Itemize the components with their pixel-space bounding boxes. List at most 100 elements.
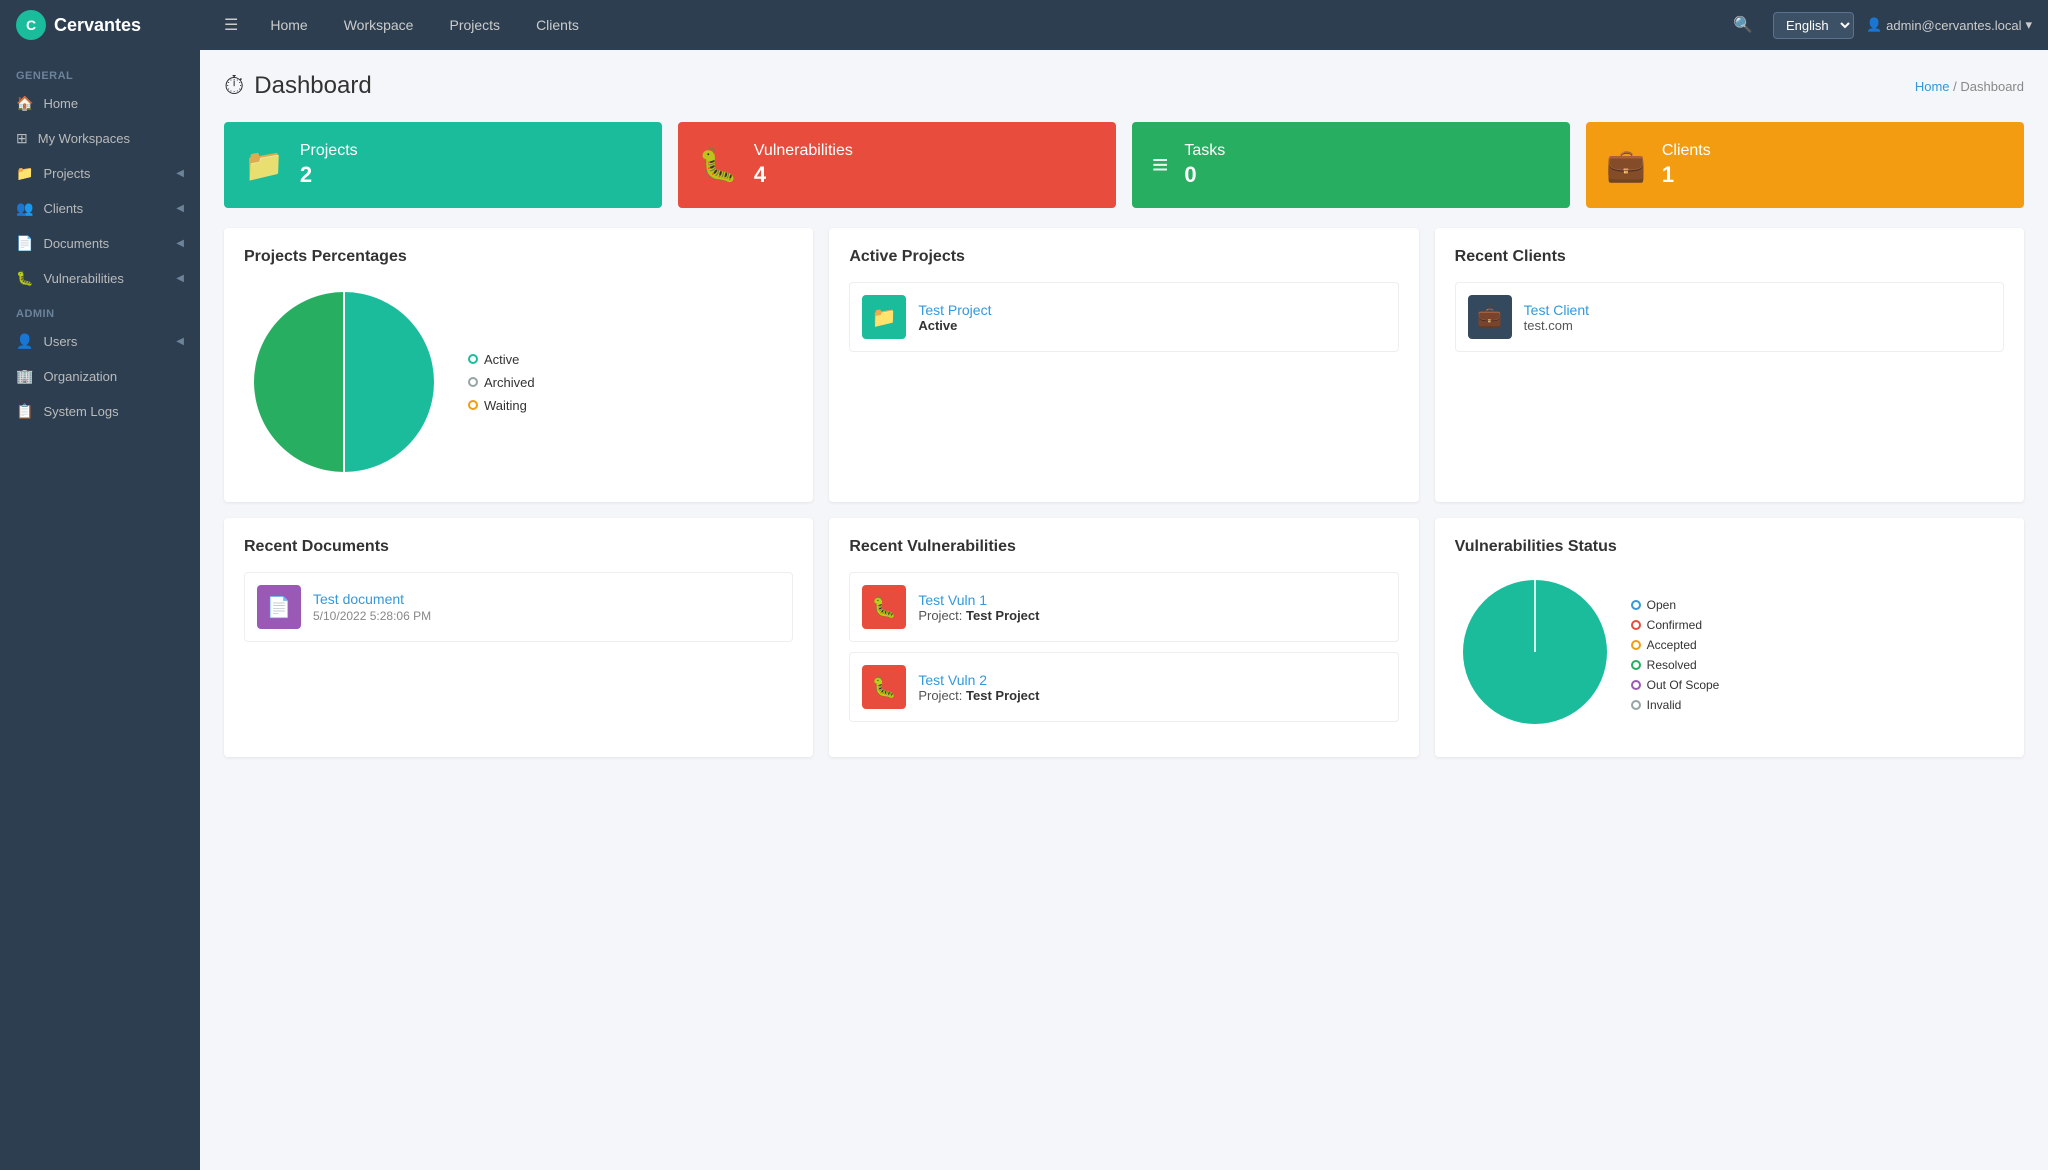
sidebar-item-label: My Workspaces [38,131,130,146]
list-item: 🐛 Test Vuln 2 Project: Test Project [849,652,1398,722]
stat-card-projects[interactable]: 📁 Projects 2 [224,122,662,208]
list-item: 📄 Test document 5/10/2022 5:28:06 PM [244,572,793,642]
sidebar-item-workspaces[interactable]: ⊞ My Workspaces [0,121,200,156]
logs-icon: 📋 [16,403,33,420]
projects-stat-label: Projects [300,142,358,160]
page-title: Dashboard [254,72,371,100]
document-name[interactable]: Test document [313,591,431,607]
dashboard-row2: Recent Documents 📄 Test document 5/10/20… [224,518,2024,757]
stats-row: 📁 Projects 2 🐛 Vulnerabilities 4 ≡ Tasks… [224,122,2024,208]
page-header: ⏱ Dashboard Home / Dashboard [224,70,2024,102]
nav-workspace[interactable]: Workspace [328,3,430,47]
invalid-dot [1631,700,1641,710]
nav-home[interactable]: Home [254,3,323,47]
active-dot [468,354,478,364]
dashboard-grid: Projects Percentages [224,228,2024,502]
archived-label: Archived [484,375,535,390]
app-body: GENERAL 🏠 Home ⊞ My Workspaces 📁 Project… [0,50,2048,1170]
page-title-area: ⏱ Dashboard [224,70,372,102]
client-icon: 💼 [1468,295,1512,339]
app-name: Cervantes [54,15,141,36]
active-label: Active [484,352,519,367]
vuln-icon: 🐛 [862,585,906,629]
chevron-icon: ◀ [176,168,184,179]
projects-percentages-title: Projects Percentages [244,248,793,266]
breadcrumb: Home / Dashboard [1915,79,2024,94]
sidebar: GENERAL 🏠 Home ⊞ My Workspaces 📁 Project… [0,50,200,1170]
home-icon: 🏠 [16,95,33,112]
breadcrumb-home[interactable]: Home [1915,79,1950,94]
pie-chart [244,282,444,482]
legend-confirmed: Confirmed [1631,618,1720,632]
out-of-scope-label: Out Of Scope [1647,678,1720,692]
app-logo: C [16,10,46,40]
sidebar-item-projects[interactable]: 📁 Projects ◀ [0,156,200,191]
recent-documents-title: Recent Documents [244,538,793,556]
topnav: C Cervantes ☰ Home Workspace Projects Cl… [0,0,2048,50]
legend-invalid: Invalid [1631,698,1720,712]
legend-archived: Archived [468,375,535,390]
client-name[interactable]: Test Client [1524,302,1589,318]
vuln-project: Project: Test Project [918,608,1039,623]
recent-clients-panel: Recent Clients 💼 Test Client test.com [1435,228,2024,502]
clients-icon: 👥 [16,200,33,217]
waiting-label: Waiting [484,398,527,413]
sidebar-item-vulnerabilities[interactable]: 🐛 Vulnerabilities ◀ [0,261,200,296]
archived-dot [468,377,478,387]
confirmed-dot [1631,620,1641,630]
main-content: ⏱ Dashboard Home / Dashboard 📁 Projects … [200,50,2048,1170]
sidebar-item-users[interactable]: 👤 Users ◀ [0,324,200,359]
clients-stat-icon: 💼 [1606,146,1646,184]
list-item: 🐛 Test Vuln 1 Project: Test Project [849,572,1398,642]
recent-vulnerabilities-panel: Recent Vulnerabilities 🐛 Test Vuln 1 Pro… [829,518,1418,757]
sidebar-item-system-logs[interactable]: 📋 System Logs [0,394,200,429]
sidebar-item-clients[interactable]: 👥 Clients ◀ [0,191,200,226]
recent-documents-panel: Recent Documents 📄 Test document 5/10/20… [224,518,813,757]
list-item: 📁 Test Project Active [849,282,1398,352]
search-icon[interactable]: 🔍 [1725,11,1761,39]
stat-card-vulnerabilities[interactable]: 🐛 Vulnerabilities 4 [678,122,1116,208]
user-dropdown-icon: ▾ [2025,17,2032,33]
waiting-dot [468,400,478,410]
tasks-stat-value: 0 [1184,162,1225,188]
tasks-stat-icon: ≡ [1152,149,1168,181]
chevron-icon: ◀ [176,238,184,249]
hamburger-menu[interactable]: ☰ [216,11,246,39]
chevron-icon: ◀ [176,273,184,284]
resolved-label: Resolved [1647,658,1697,672]
recent-vulnerabilities-title: Recent Vulnerabilities [849,538,1398,556]
sidebar-item-label: Projects [43,166,90,181]
clients-stat-value: 1 [1662,162,1711,188]
language-select[interactable]: English [1773,12,1854,39]
list-item: 💼 Test Client test.com [1455,282,2004,352]
sidebar-item-label: Clients [43,201,83,216]
legend-waiting: Waiting [468,398,535,413]
vulnerabilities-stat-label: Vulnerabilities [754,142,853,160]
project-name[interactable]: Test Project [918,302,991,318]
sidebar-item-label: Home [43,96,78,111]
nav-clients[interactable]: Clients [520,3,595,47]
sidebar-item-label: Users [43,334,77,349]
vulnerabilities-stat-value: 4 [754,162,853,188]
vuln-chart-area: Open Confirmed Accepted Resolved [1455,572,2004,737]
active-projects-title: Active Projects [849,248,1398,266]
document-date: 5/10/2022 5:28:06 PM [313,609,431,623]
chevron-icon: ◀ [176,336,184,347]
vuln-icon: 🐛 [862,665,906,709]
vuln-name[interactable]: Test Vuln 2 [918,672,1039,688]
accepted-label: Accepted [1647,638,1697,652]
sidebar-item-organization[interactable]: 🏢 Organization [0,359,200,394]
sidebar-item-label: Documents [43,236,109,251]
vulnerabilities-status-title: Vulnerabilities Status [1455,538,2004,556]
vuln-name[interactable]: Test Vuln 1 [918,592,1039,608]
legend-out-of-scope: Out Of Scope [1631,678,1720,692]
sidebar-item-documents[interactable]: 📄 Documents ◀ [0,226,200,261]
stat-card-clients[interactable]: 💼 Clients 1 [1586,122,2024,208]
sidebar-admin-label: ADMIN [0,296,200,324]
chevron-icon: ◀ [176,203,184,214]
stat-card-tasks[interactable]: ≡ Tasks 0 [1132,122,1570,208]
user-menu[interactable]: 👤 admin@cervantes.local ▾ [1866,17,2032,33]
nav-projects[interactable]: Projects [433,3,516,47]
sidebar-item-home[interactable]: 🏠 Home [0,86,200,121]
legend-resolved: Resolved [1631,658,1720,672]
